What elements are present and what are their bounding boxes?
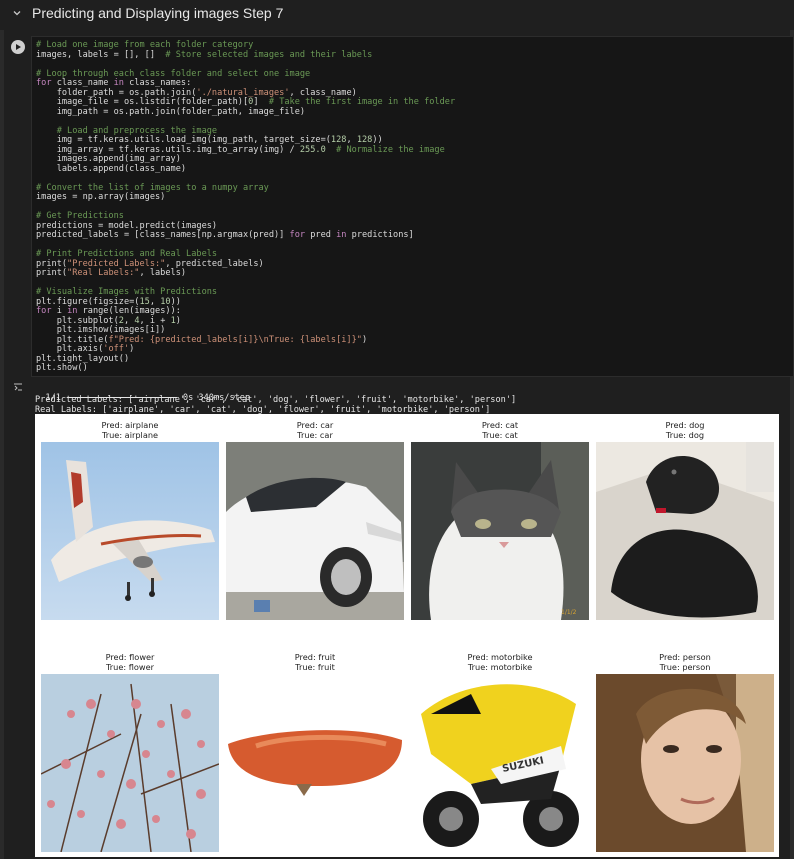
subplot-true-title: True: airplane — [101, 430, 159, 440]
fruit-image — [226, 674, 404, 852]
subplot-dog: Pred: dog True: dog — [596, 418, 774, 622]
subplot-pred-title: Pred: dog — [665, 420, 705, 430]
predicted-labels-line: Predicted Labels: ['airplane', 'car', 'c… — [35, 395, 517, 405]
subplot-motorbike: Pred: motorbike True: motorbike SUZUKI — [411, 650, 589, 854]
subplot-pred-title: Pred: fruit — [294, 652, 336, 662]
subplot-true-title: True: motorbike — [467, 662, 533, 672]
section-title: Predicting and Displaying images Step 7 — [32, 5, 284, 21]
subplot-cat: Pred: cat True: cat 1/1/2 — [411, 418, 589, 622]
subplot-pred-title: Pred: flower — [105, 652, 155, 662]
flower-image — [41, 674, 219, 852]
airplane-image — [41, 442, 219, 620]
subplot-fruit: Pred: fruit True: fruit — [226, 650, 404, 854]
subplot-flower: Pred: flower True: flower — [41, 650, 219, 854]
subplot-true-title: True: flower — [105, 662, 155, 672]
subplot-car: Pred: car True: car — [226, 418, 404, 622]
output-icon[interactable] — [13, 382, 23, 392]
figure: Pred: airplane True: airplane Pred: car … — [35, 414, 779, 857]
code-editor[interactable]: # Load one image from each folder catego… — [31, 36, 794, 377]
play-icon — [16, 44, 21, 50]
svg-text:1/1/2: 1/1/2 — [561, 609, 577, 616]
person-image — [596, 674, 774, 852]
cat-image: 1/1/2 — [411, 442, 589, 620]
dog-image — [596, 442, 774, 620]
subplot-true-title: True: cat — [482, 430, 518, 440]
chevron-down-icon[interactable] — [12, 8, 22, 18]
subplot-true-title: True: car — [297, 430, 333, 440]
section-header[interactable]: Predicting and Displaying images Step 7 — [0, 0, 794, 26]
subplot-true-title: True: dog — [665, 430, 705, 440]
subplot-person: Pred: person True: person — [596, 650, 774, 854]
subplot-pred-title: Pred: cat — [481, 420, 519, 430]
subplot-pred-title: Pred: car — [296, 420, 334, 430]
subplot-true-title: True: person — [659, 662, 711, 672]
car-image — [226, 442, 404, 620]
run-cell-button[interactable] — [11, 40, 25, 54]
motorbike-image: SUZUKI — [411, 674, 589, 852]
cell-gutter — [0, 30, 4, 859]
subplot-pred-title: Pred: motorbike — [467, 652, 533, 662]
subplot-true-title: True: fruit — [295, 662, 335, 672]
code-text: # Load one image from each folder catego… — [36, 40, 456, 373]
subplot-pred-title: Pred: airplane — [101, 420, 159, 430]
subplot-pred-title: Pred: person — [659, 652, 711, 662]
subplot-airplane: Pred: airplane True: airplane — [41, 418, 219, 622]
